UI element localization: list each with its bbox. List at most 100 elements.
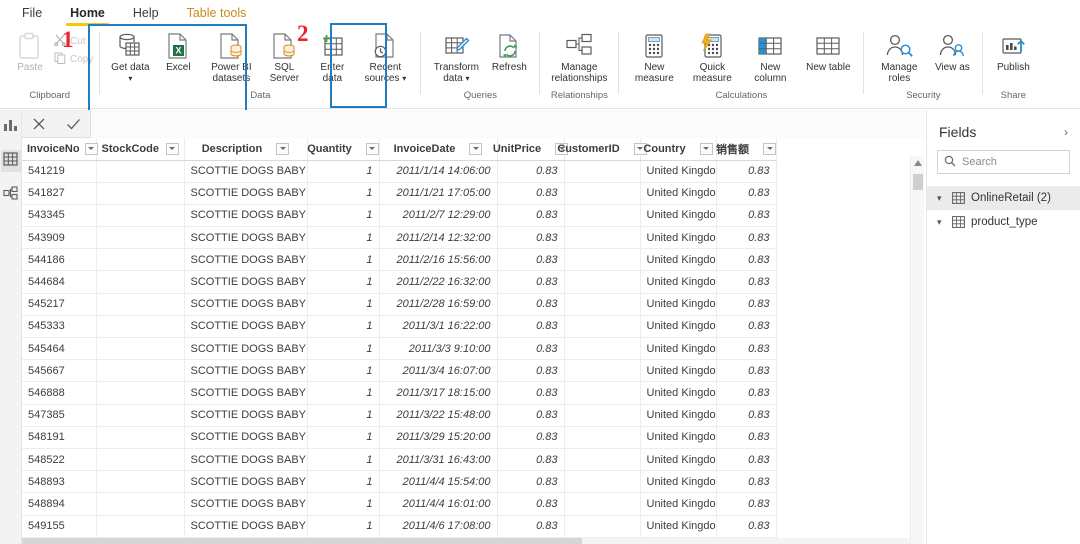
table-cell-unitprice[interactable]: 0.83 — [497, 337, 565, 361]
table-row[interactable]: 545217 SCOTTIE DOGS BABY BIB12011/2/28 16… — [22, 293, 777, 316]
table-cell-销售额[interactable]: 0.83 — [716, 448, 777, 472]
table-cell-销售额[interactable]: 0.83 — [716, 293, 777, 316]
table-cell-description[interactable]: SCOTTIE DOGS BABY BIB — [184, 337, 308, 361]
table-cell-stockcode[interactable] — [96, 337, 185, 361]
table-cell-stockcode[interactable] — [96, 404, 185, 427]
data-view-button[interactable] — [0, 150, 21, 172]
table-cell-unitprice[interactable]: 0.83 — [497, 381, 565, 405]
table-cell-invoicedate[interactable]: 2011/4/4 16:01:00 — [379, 492, 498, 516]
table-cell-country[interactable]: United Kingdom — [640, 160, 717, 183]
table-cell-invoicedate[interactable]: 2011/2/28 16:59:00 — [379, 293, 498, 316]
column-header-unitprice[interactable]: UnitPrice — [493, 138, 569, 161]
table-cell-country[interactable]: United Kingdom — [640, 270, 717, 294]
table-cell-invoiceno[interactable]: 548522 — [22, 448, 97, 472]
table-row[interactable]: 548893 SCOTTIE DOGS BABY BIB12011/4/4 15:… — [22, 470, 777, 494]
table-cell-stockcode[interactable] — [96, 204, 185, 228]
table-cell-unitprice[interactable]: 0.83 — [497, 470, 565, 494]
table-cell-quantity[interactable]: 1 — [307, 448, 380, 472]
table-cell-customerid[interactable] — [564, 248, 641, 272]
table-cell-invoicedate[interactable]: 2011/3/1 16:22:00 — [379, 315, 498, 339]
table-cell-country[interactable]: United Kingdom — [640, 381, 717, 405]
chevron-right-icon[interactable]: › — [1064, 125, 1068, 139]
new-table-button[interactable]: New table — [799, 28, 857, 73]
table-cell-customerid[interactable] — [564, 337, 641, 361]
transform-data-button[interactable]: Transform data ▾ — [427, 28, 485, 84]
table-cell-unitprice[interactable]: 0.83 — [497, 204, 565, 228]
table-cell-invoiceno[interactable]: 541219 — [22, 160, 97, 183]
formula-input[interactable] — [91, 109, 925, 138]
table-row[interactable]: 544684 SCOTTIE DOGS BABY BIB12011/2/22 16… — [22, 270, 777, 294]
table-cell-description[interactable]: SCOTTIE DOGS BABY BIB — [184, 492, 308, 516]
table-cell-stockcode[interactable] — [96, 359, 185, 383]
column-header-description[interactable]: Description — [184, 138, 308, 161]
table-cell-description[interactable]: SCOTTIE DOGS BABY BIB — [184, 160, 308, 183]
table-cell-unitprice[interactable]: 0.83 — [497, 293, 565, 316]
table-cell-invoiceno[interactable]: 545667 — [22, 359, 97, 383]
table-cell-country[interactable]: United Kingdom — [640, 448, 717, 472]
formula-cancel-button[interactable] — [28, 113, 50, 135]
column-header-country[interactable]: Country — [640, 138, 717, 161]
table-cell-description[interactable]: SCOTTIE DOGS BABY BIB — [184, 204, 308, 228]
table-cell-stockcode[interactable] — [96, 470, 185, 494]
report-view-button[interactable] — [1, 116, 21, 138]
table-cell-quantity[interactable]: 1 — [307, 359, 380, 383]
table-cell-customerid[interactable] — [564, 448, 641, 472]
table-cell-销售额[interactable]: 0.83 — [716, 182, 777, 205]
table-cell-unitprice[interactable]: 0.83 — [497, 359, 565, 383]
table-cell-unitprice[interactable]: 0.83 — [497, 426, 565, 449]
table-cell-description[interactable]: SCOTTIE DOGS BABY BIB — [184, 470, 308, 494]
table-cell-quantity[interactable]: 1 — [307, 315, 380, 339]
table-cell-unitprice[interactable]: 0.83 — [497, 515, 565, 538]
table-cell-unitprice[interactable]: 0.83 — [497, 270, 565, 294]
table-cell-country[interactable]: United Kingdom — [640, 315, 717, 339]
column-header-stockcode[interactable]: StockCode — [96, 138, 185, 161]
table-cell-stockcode[interactable] — [96, 248, 185, 272]
table-cell-customerid[interactable] — [564, 359, 641, 383]
table-cell-invoiceno[interactable]: 548894 — [22, 492, 97, 516]
refresh-button[interactable]: Refresh — [485, 28, 533, 73]
table-cell-customerid[interactable] — [564, 270, 641, 294]
chevron-down-icon[interactable] — [365, 142, 379, 155]
field-item-product-type[interactable]: ▾ product_type — [927, 210, 1080, 234]
table-cell-country[interactable]: United Kingdom — [640, 182, 717, 205]
table-cell-invoicedate[interactable]: 2011/3/29 15:20:00 — [379, 426, 498, 449]
table-cell-country[interactable]: United Kingdom — [640, 404, 717, 427]
table-cell-customerid[interactable] — [564, 381, 641, 405]
table-cell-invoicedate[interactable]: 2011/4/6 17:08:00 — [379, 515, 498, 538]
quick-measure-button[interactable]: Quick measure — [683, 28, 741, 84]
table-cell-invoicedate[interactable]: 2011/3/17 18:15:00 — [379, 381, 498, 405]
table-row[interactable]: 548894 SCOTTIE DOGS BABY BIB12011/4/4 16:… — [22, 492, 777, 516]
table-cell-country[interactable]: United Kingdom — [640, 226, 717, 250]
table-cell-invoiceno[interactable]: 546888 — [22, 381, 97, 405]
table-cell-invoicedate[interactable]: 2011/4/4 15:54:00 — [379, 470, 498, 494]
table-cell-unitprice[interactable]: 0.83 — [497, 404, 565, 427]
table-cell-quantity[interactable]: 1 — [307, 293, 380, 316]
table-cell-invoicedate[interactable]: 2011/3/22 15:48:00 — [379, 404, 498, 427]
table-cell-customerid[interactable] — [564, 315, 641, 339]
paste-button[interactable]: Paste — [6, 28, 54, 73]
chevron-down-icon[interactable]: ▾ — [937, 217, 946, 228]
table-row[interactable]: 541219 SCOTTIE DOGS BABY BIB12011/1/14 14… — [22, 160, 777, 183]
chevron-down-icon[interactable] — [763, 142, 776, 155]
table-row[interactable]: 541827 SCOTTIE DOGS BABY BIB12011/1/21 17… — [22, 182, 777, 205]
table-cell-description[interactable]: SCOTTIE DOGS BABY BIB — [184, 270, 308, 294]
table-cell-quantity[interactable]: 1 — [307, 248, 380, 272]
table-cell-unitprice[interactable]: 0.83 — [497, 448, 565, 472]
table-cell-country[interactable]: United Kingdom — [640, 492, 717, 516]
recent-sources-button[interactable]: Recent sources ▾ — [356, 28, 414, 84]
table-cell-quantity[interactable]: 1 — [307, 404, 380, 427]
table-cell-description[interactable]: SCOTTIE DOGS BABY BIB — [184, 293, 308, 316]
table-cell-stockcode[interactable] — [96, 381, 185, 405]
table-cell-invoiceno[interactable]: 547385 — [22, 404, 97, 427]
table-cell-销售额[interactable]: 0.83 — [716, 270, 777, 294]
table-cell-stockcode[interactable] — [96, 515, 185, 538]
table-cell-invoicedate[interactable]: 2011/3/31 16:43:00 — [379, 448, 498, 472]
tab-file[interactable]: File — [8, 2, 56, 26]
table-cell-unitprice[interactable]: 0.83 — [497, 315, 565, 339]
table-cell-invoicedate[interactable]: 2011/2/22 16:32:00 — [379, 270, 498, 294]
table-cell-customerid[interactable] — [564, 226, 641, 250]
tab-table-tools[interactable]: Table tools — [173, 2, 261, 26]
tab-help[interactable]: Help — [119, 2, 173, 26]
table-cell-invoiceno[interactable]: 545217 — [22, 293, 97, 316]
table-cell-unitprice[interactable]: 0.83 — [497, 160, 565, 183]
